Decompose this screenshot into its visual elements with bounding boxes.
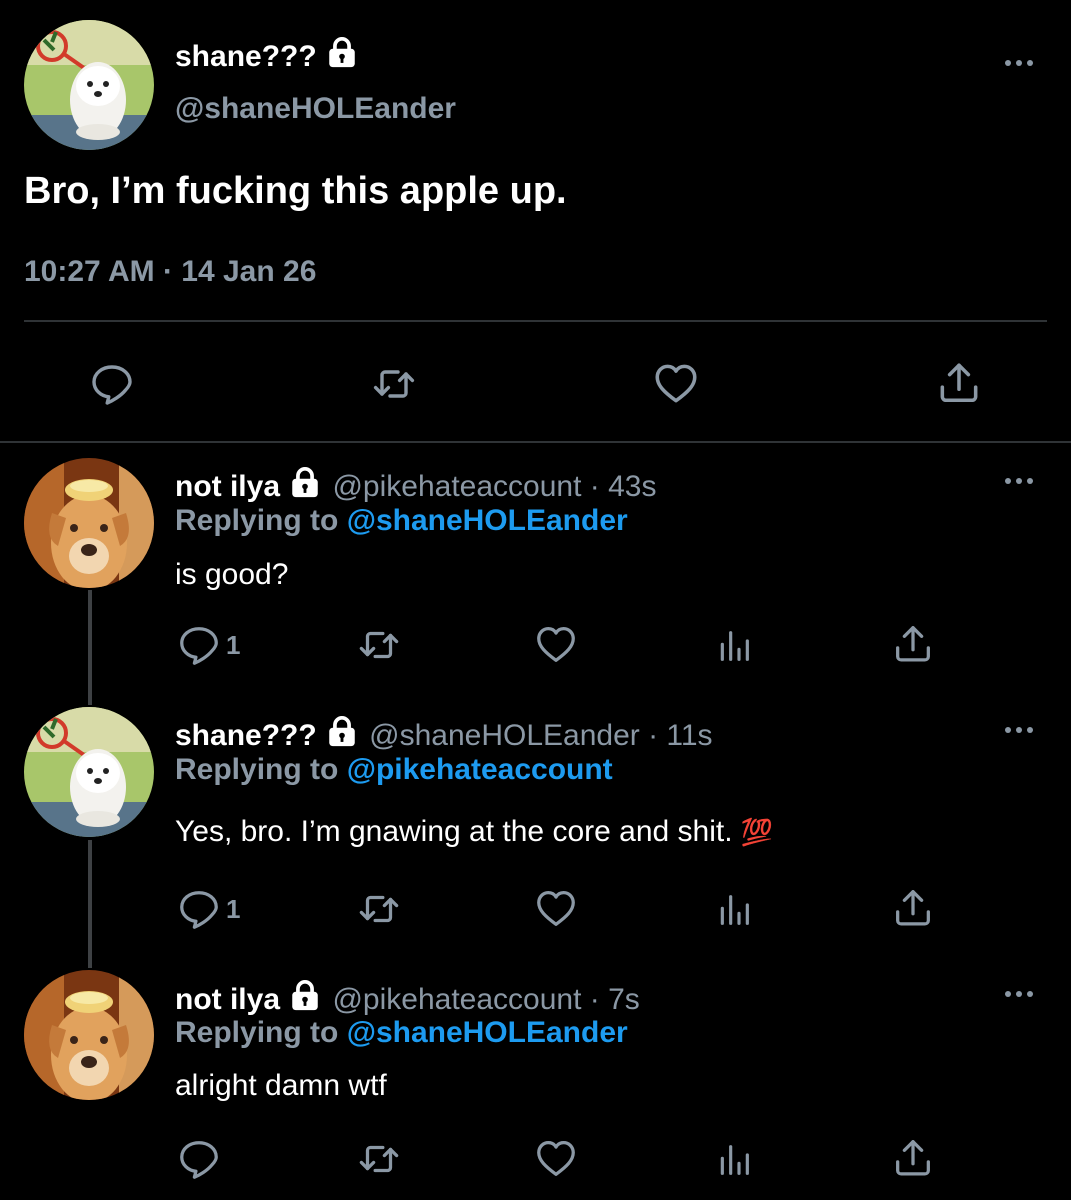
handle-time[interactable]: @pikehateaccount · 7s <box>332 983 639 1016</box>
tweet-date[interactable]: 14 Jan 26 <box>181 255 316 288</box>
divider <box>24 320 1047 322</box>
analytics-icon[interactable] <box>714 624 754 668</box>
tweet-time[interactable]: 10:27 AM <box>24 255 155 288</box>
retweet-icon[interactable] <box>354 622 404 668</box>
share-icon[interactable] <box>934 358 984 408</box>
tweet-text: Bro, I’m fucking this apple up. <box>24 170 567 212</box>
retweet-icon[interactable] <box>354 886 404 932</box>
thread-line <box>88 590 92 705</box>
tweet-text: is good? <box>175 558 289 591</box>
lock-icon <box>288 979 322 1013</box>
retweet-icon[interactable] <box>354 1136 404 1182</box>
more-icon[interactable] <box>1003 474 1035 486</box>
tweet-header: shane??? @shaneHOLEander · 11s <box>175 715 713 753</box>
replying-to: Replying to @shaneHOLEander <box>175 1016 628 1049</box>
share-icon[interactable] <box>890 1134 936 1182</box>
lock-icon <box>288 466 322 500</box>
display-name[interactable]: shane??? <box>175 719 317 752</box>
tweet-header: not ilya @pikehateaccount · 43s <box>175 466 656 504</box>
replying-to: Replying to @pikehateaccount <box>175 753 613 786</box>
divider <box>0 441 1071 443</box>
reply-icon[interactable] <box>88 360 136 408</box>
like-icon[interactable] <box>533 884 579 932</box>
mention-link[interactable]: @pikehateaccount <box>347 753 613 786</box>
more-icon[interactable] <box>1003 987 1035 999</box>
reply-icon[interactable] <box>176 622 222 668</box>
analytics-icon[interactable] <box>714 888 754 932</box>
avatar[interactable] <box>24 20 154 150</box>
more-icon[interactable] <box>1003 56 1035 68</box>
timestamp-separator: · <box>162 255 173 288</box>
tweet-timestamp[interactable]: 10:27 AM · 14 Jan 26 <box>24 255 316 289</box>
analytics-icon[interactable] <box>714 1138 754 1182</box>
retweet-icon[interactable] <box>368 360 420 408</box>
display-name[interactable]: not ilya <box>175 983 280 1016</box>
reply-icon[interactable] <box>176 1136 222 1182</box>
reply-icon[interactable] <box>176 886 222 932</box>
like-icon[interactable] <box>533 1134 579 1182</box>
mention-link[interactable]: @shaneHOLEander <box>347 504 628 537</box>
tweet-text: alright damn wtf <box>175 1069 387 1102</box>
replying-to: Replying to @shaneHOLEander <box>175 504 628 537</box>
display-name[interactable]: shane??? <box>175 36 359 74</box>
hundred-points-emoji: 💯 <box>740 817 774 847</box>
reply-count: 1 <box>226 894 241 924</box>
thread-line <box>88 840 92 968</box>
avatar[interactable] <box>24 458 154 588</box>
like-icon[interactable] <box>533 620 579 668</box>
tweet-header: not ilya @pikehateaccount · 7s <box>175 979 640 1017</box>
mention-link[interactable]: @shaneHOLEander <box>347 1016 628 1049</box>
avatar[interactable] <box>24 707 154 837</box>
share-icon[interactable] <box>890 620 936 668</box>
tweet-text: Yes, bro. I’m gnawing at the core and sh… <box>175 815 774 848</box>
lock-icon <box>325 36 359 70</box>
avatar[interactable] <box>24 970 154 1100</box>
share-icon[interactable] <box>890 884 936 932</box>
handle-time[interactable]: @pikehateaccount · 43s <box>332 470 656 503</box>
reply-count: 1 <box>226 630 241 660</box>
display-name[interactable]: not ilya <box>175 470 280 503</box>
more-icon[interactable] <box>1003 723 1035 735</box>
lock-icon <box>325 715 359 749</box>
user-handle[interactable]: @shaneHOLEander <box>175 92 456 126</box>
handle-time[interactable]: @shaneHOLEander · 11s <box>369 719 712 752</box>
like-icon[interactable] <box>651 358 701 408</box>
